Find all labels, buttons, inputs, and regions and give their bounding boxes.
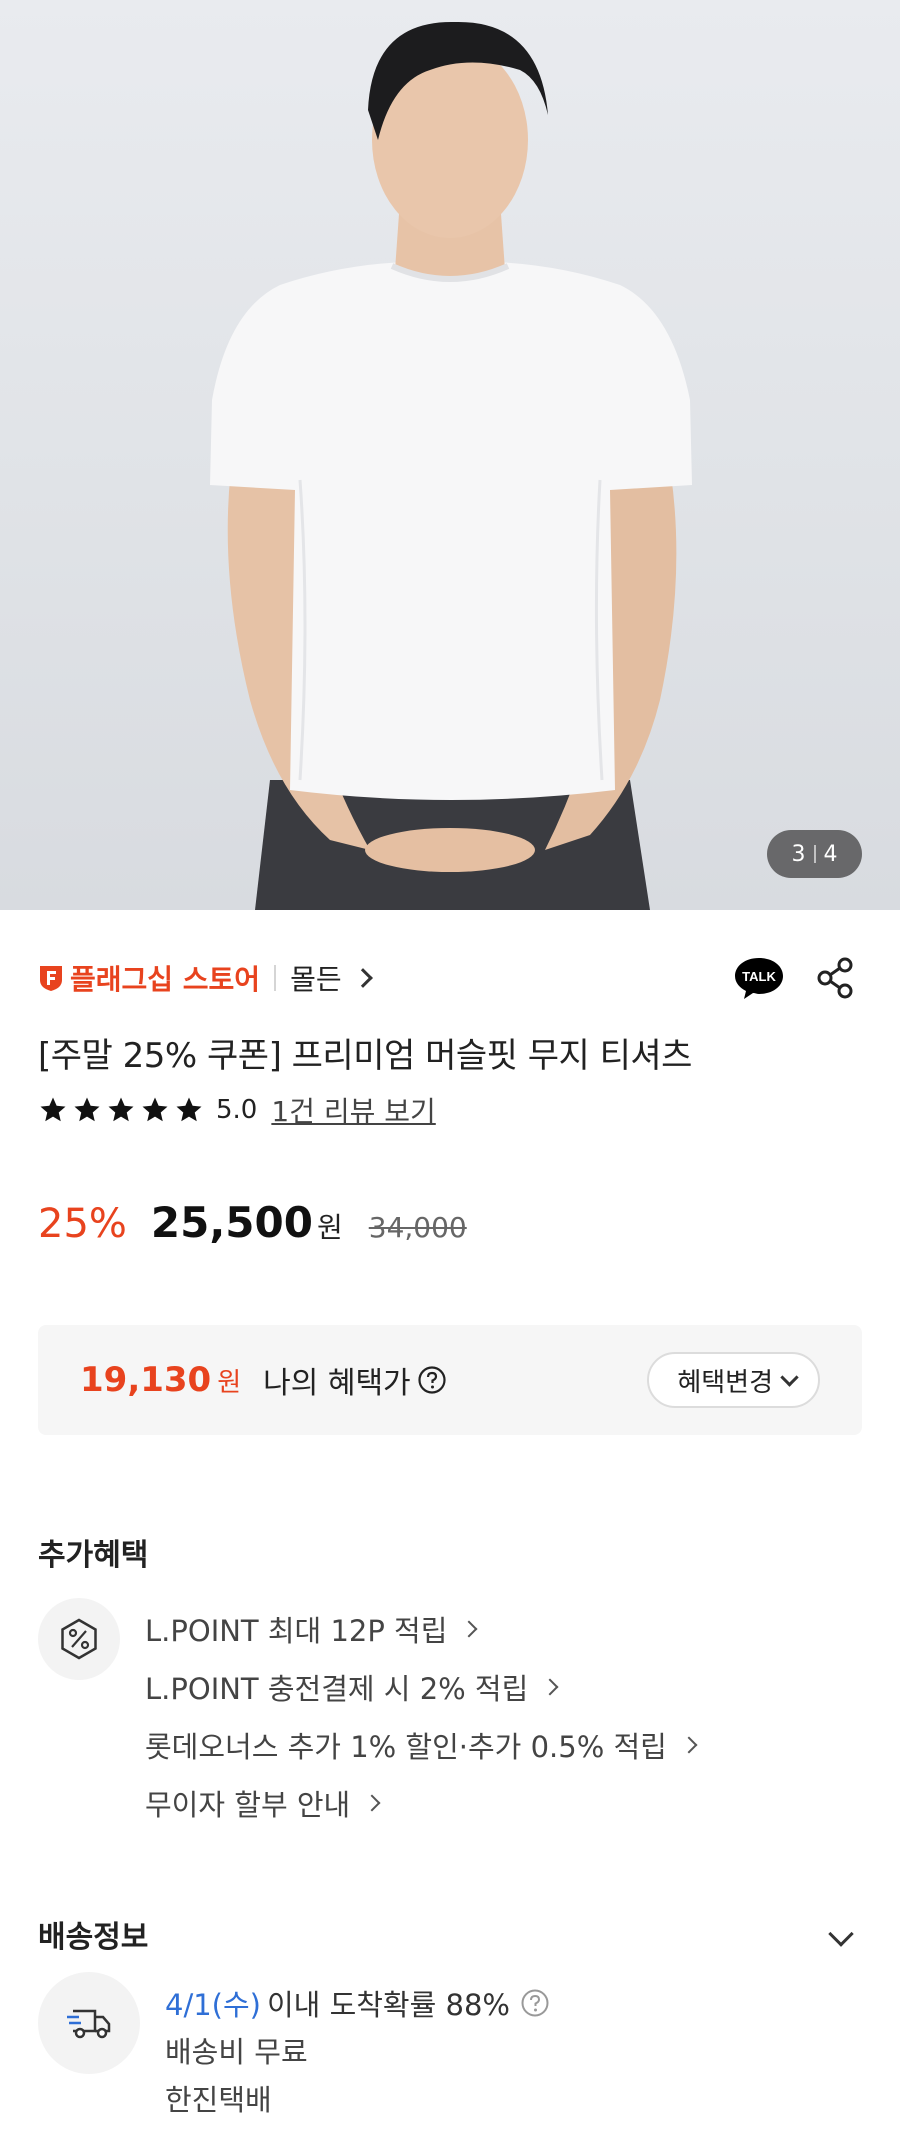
- extra-benefit-label: 무이자 할부 안내: [145, 1788, 351, 1822]
- delivery-truck-icon: [38, 1972, 140, 2074]
- sale-price: 25,500: [150, 1198, 313, 1247]
- store-row: 플래그십 스토어 몰든 TALK: [38, 955, 862, 1001]
- extra-benefit-item[interactable]: 롯데오너스 추가 1% 할인·추가 0.5% 적립: [145, 1716, 698, 1774]
- help-icon[interactable]: [520, 1988, 550, 2018]
- help-icon[interactable]: [417, 1365, 447, 1395]
- original-price: 34,000: [368, 1211, 467, 1244]
- star-icon: [74, 1097, 100, 1122]
- extra-benefit-item[interactable]: L.POINT 충전결제 시 2% 적립: [145, 1658, 695, 1716]
- shipping-info: 4/1(수) 이내 도착확률 88% 배송비 무료 한진택배: [165, 1980, 550, 2122]
- header-actions: TALK: [732, 955, 854, 1001]
- percent-hexagon-icon: [61, 1618, 97, 1660]
- arrival-probability: 이내 도착확률 88%: [266, 1988, 510, 2022]
- change-benefit-button[interactable]: 혜택변경: [647, 1352, 820, 1408]
- product-photo: [210, 21, 692, 910]
- chevron-right-icon: [541, 1678, 559, 1696]
- benefit-label: 나의 혜택가: [263, 1366, 411, 1401]
- discount-rate: 25%: [38, 1201, 127, 1247]
- svg-text:TALK: TALK: [742, 969, 776, 984]
- brand-name: 몰든: [290, 963, 342, 996]
- arrival-estimate: 4/1(수) 이내 도착확률 88%: [165, 1980, 550, 2026]
- shipping-expand-chevron-icon[interactable]: [828, 1921, 854, 1947]
- shipping-fee: 배송비 무료: [165, 2035, 308, 2069]
- star-icon: [142, 1097, 168, 1122]
- price-row: 25% 25,500 원 34,000: [38, 1198, 467, 1247]
- brand-link[interactable]: 몰든: [290, 958, 373, 998]
- change-benefit-label: 혜택변경: [677, 1367, 773, 1398]
- store-divider: [274, 965, 277, 991]
- star-icon: [108, 1097, 134, 1122]
- chevron-right-icon: [460, 1620, 478, 1638]
- talk-icon[interactable]: TALK: [732, 955, 786, 1001]
- benefit-price: 19,130: [80, 1360, 212, 1400]
- extra-benefit-label: L.POINT 충전결제 시 2% 적립: [145, 1672, 529, 1706]
- pager-current: 3: [791, 841, 806, 867]
- star-icon: [176, 1097, 202, 1122]
- flagship-shield-icon: [40, 966, 62, 991]
- chevron-right-icon: [363, 1794, 381, 1812]
- star-icon: [40, 1097, 66, 1122]
- rating-stars: [38, 1095, 204, 1125]
- product-image[interactable]: 3 4: [0, 0, 900, 910]
- rating-row: 5.0 1건 리뷰 보기: [38, 1090, 436, 1130]
- chevron-right-icon: [352, 968, 373, 988]
- image-pager: 3 4: [767, 830, 862, 878]
- pager-separator: [813, 845, 816, 863]
- chevron-right-icon: [680, 1736, 698, 1754]
- extra-benefits-title: 추가혜택: [38, 1538, 149, 1573]
- truck-icon: [67, 2009, 111, 2039]
- shipping-title: 배송정보: [38, 1920, 149, 1955]
- share-icon[interactable]: [816, 957, 854, 999]
- extra-benefit-item[interactable]: 무이자 할부 안내: [145, 1774, 695, 1832]
- benefit-price-unit: 원: [217, 1367, 242, 1398]
- extra-benefit-label: 롯데오너스 추가 1% 할인·추가 0.5% 적립: [145, 1730, 667, 1764]
- benefit-price-box: 19,130 원 나의 혜택가 혜택변경: [38, 1325, 862, 1435]
- flagship-store-label: 플래그십 스토어: [70, 963, 261, 996]
- price-unit: 원: [316, 1211, 343, 1244]
- chevron-down-icon: [780, 1367, 799, 1387]
- shipping-carrier: 한진택배: [165, 2083, 272, 2117]
- review-link[interactable]: 1건 리뷰 보기: [271, 1090, 435, 1130]
- extra-benefits-list: L.POINT 최대 12P 적립 L.POINT 충전결제 시 2% 적립 롯…: [145, 1600, 698, 1832]
- rating-value: 5.0: [216, 1095, 258, 1125]
- percent-badge-icon: [38, 1598, 120, 1680]
- pager-total: 4: [823, 841, 838, 867]
- flagship-store-badge[interactable]: 플래그십 스토어: [38, 958, 260, 998]
- product-title: [주말 25% 쿠폰] 프리미엄 머슬핏 무지 티셔츠: [38, 1036, 692, 1076]
- extra-benefit-item[interactable]: L.POINT 최대 12P 적립: [145, 1600, 695, 1658]
- arrival-date: 4/1(수): [165, 1988, 261, 2022]
- extra-benefit-label: L.POINT 최대 12P 적립: [145, 1614, 448, 1648]
